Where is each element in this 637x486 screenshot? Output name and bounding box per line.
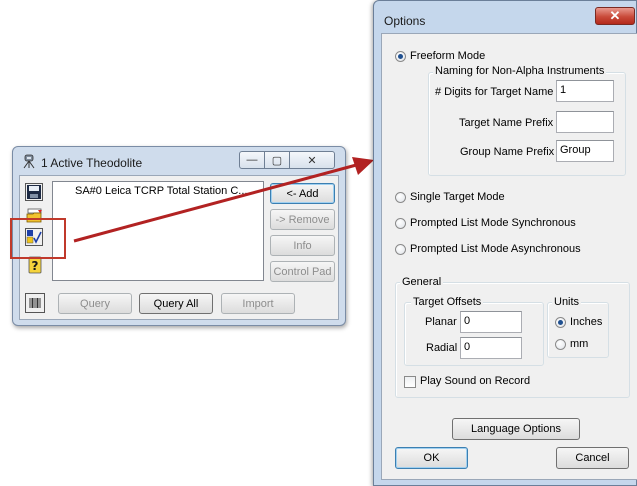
barcode-icon — [29, 298, 41, 308]
ok-button[interactable]: OK — [395, 447, 468, 469]
remove-button[interactable]: -> Remove — [270, 209, 335, 230]
group-prefix-input[interactable]: Group — [556, 140, 614, 162]
list-item[interactable]: SA#0 Leica TCRP Total Station C... — [75, 185, 247, 197]
options-client-area: Freeform Mode Naming for Non-Alpha Instr… — [381, 33, 637, 480]
theodolite-window-title: 1 Active Theodolite — [41, 156, 143, 170]
save-icon — [27, 185, 41, 199]
save-button[interactable] — [25, 183, 43, 201]
general-group-label: General — [400, 276, 444, 288]
options-close-button[interactable]: ✕ — [595, 7, 635, 25]
theodolite-icon — [23, 154, 35, 169]
minimize-icon: — — [246, 154, 258, 166]
planar-input[interactable]: 0 — [460, 311, 522, 333]
theodolite-client-area: ? SA#0 Leica TCRP Total Station C... <- … — [19, 175, 339, 320]
target-prefix-input[interactable] — [556, 111, 614, 133]
prompted-async-label: Prompted List Mode Asynchronous — [410, 243, 581, 255]
import-button[interactable]: Import — [221, 293, 295, 314]
prompted-async-radio[interactable] — [395, 244, 406, 255]
target-prefix-label: Target Name Prefix — [459, 117, 554, 129]
units-group-label: Units — [552, 296, 582, 308]
options-window: Options ✕ Freeform Mode Naming for Non-A… — [373, 0, 637, 486]
single-target-radio[interactable] — [395, 192, 406, 203]
query-button[interactable]: Query — [58, 293, 132, 314]
instrument-list[interactable]: SA#0 Leica TCRP Total Station C... — [52, 181, 264, 281]
query-all-button[interactable]: Query All — [139, 293, 213, 314]
play-sound-label: Play Sound on Record — [420, 375, 531, 387]
digits-label: # Digits for Target Name — [435, 86, 554, 98]
naming-group-label: Naming for Non-Alpha Instruments — [433, 65, 607, 77]
svg-text:?: ? — [32, 259, 39, 273]
prompted-sync-radio[interactable] — [395, 218, 406, 229]
restore-button[interactable]: ▢ — [264, 151, 290, 169]
mm-label: mm — [570, 338, 589, 350]
freeform-mode-radio[interactable] — [395, 51, 406, 62]
mm-radio[interactable] — [555, 339, 566, 350]
digits-input[interactable]: 1 — [556, 80, 614, 102]
minimize-button[interactable]: — — [239, 151, 265, 169]
prompted-sync-label: Prompted List Mode Synchronous — [410, 217, 576, 229]
play-sound-checkbox[interactable] — [404, 376, 416, 388]
control-pad-button[interactable]: Control Pad — [270, 261, 335, 282]
freeform-mode-label: Freeform Mode — [410, 50, 486, 62]
highlight-box — [10, 218, 66, 259]
barcode-button[interactable] — [25, 293, 45, 313]
group-prefix-label: Group Name Prefix — [460, 146, 555, 158]
target-offsets-label: Target Offsets — [411, 296, 484, 308]
single-target-label: Single Target Mode — [410, 191, 505, 203]
add-button[interactable]: <- Add — [270, 183, 335, 204]
cancel-button[interactable]: Cancel — [556, 447, 629, 469]
info-button[interactable]: Info — [270, 235, 335, 256]
options-window-title: Options — [384, 14, 426, 28]
language-options-button[interactable]: Language Options — [452, 418, 580, 440]
inches-radio[interactable] — [555, 317, 566, 328]
close-icon: ✕ — [609, 8, 621, 23]
radial-label: Radial — [426, 342, 458, 354]
inches-label: Inches — [570, 316, 603, 328]
planar-label: Planar — [425, 316, 457, 328]
restore-icon: ▢ — [271, 154, 283, 167]
radial-input[interactable]: 0 — [460, 337, 522, 359]
close-button[interactable]: ✕ — [289, 151, 335, 169]
close-icon: ✕ — [307, 154, 317, 167]
